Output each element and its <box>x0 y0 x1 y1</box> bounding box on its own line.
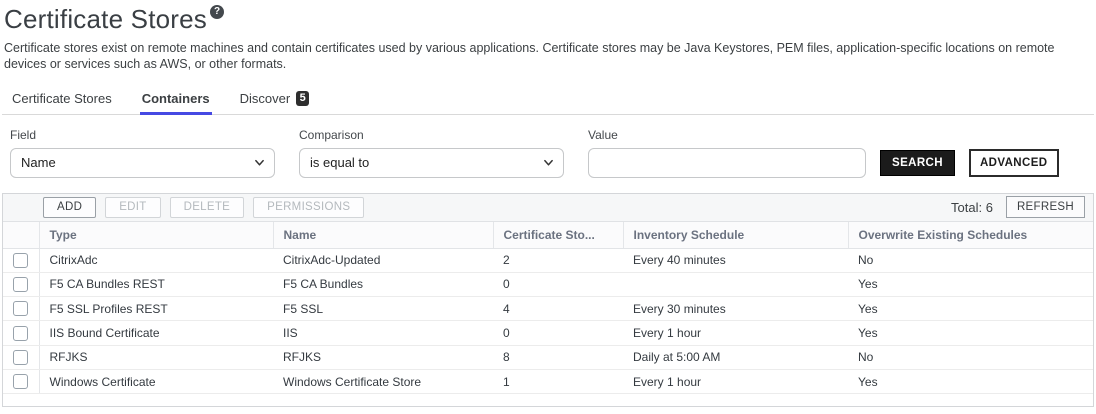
column-header-type[interactable]: Type <box>39 222 273 249</box>
cell-overwrite: No <box>848 248 1093 272</box>
tab-certificate-stores-label: Certificate Stores <box>12 91 112 106</box>
row-checkbox[interactable] <box>13 277 28 292</box>
page-description: Certificate stores exist on remote machi… <box>4 40 1074 73</box>
cell-certificate-stores: 2 <box>493 248 623 272</box>
containers-grid: ADD EDIT DELETE PERMISSIONS Total: 6 REF… <box>2 193 1094 408</box>
comparison-select[interactable]: is equal to <box>299 148 564 178</box>
grid-footer <box>3 394 1093 406</box>
column-header-inventory-schedule[interactable]: Inventory Schedule <box>623 222 848 249</box>
add-button[interactable]: ADD <box>43 197 96 218</box>
cell-type: F5 CA Bundles REST <box>39 272 273 296</box>
title-row: Certificate Stores? <box>4 4 1092 35</box>
table-row[interactable]: CitrixAdc CitrixAdc-Updated 2 Every 40 m… <box>3 248 1093 272</box>
cell-certificate-stores: 8 <box>493 345 623 369</box>
cell-certificate-stores: 0 <box>493 272 623 296</box>
chevron-down-icon <box>254 157 265 168</box>
field-label: Field <box>10 128 275 142</box>
value-column: Value SEARCH ADVANCED <box>588 127 1086 178</box>
row-checkbox[interactable] <box>13 350 28 365</box>
table-row[interactable]: IIS Bound Certificate IIS 0 Every 1 hour… <box>3 321 1093 345</box>
field-select-value: Name <box>21 155 56 170</box>
row-checkbox[interactable] <box>13 374 28 389</box>
table-row[interactable]: Windows Certificate Windows Certificate … <box>3 370 1093 394</box>
page-title: Certificate Stores <box>4 4 207 34</box>
comparison-column: Comparison is equal to <box>299 127 564 178</box>
table-row[interactable]: RFJKS RFJKS 8 Daily at 5:00 AM No <box>3 345 1093 369</box>
select-all-header <box>3 222 39 249</box>
tab-discover-label: Discover <box>240 91 291 106</box>
search-form: Field Name Comparison is equal to Value … <box>2 115 1094 178</box>
discover-count-badge: 5 <box>296 91 309 106</box>
containers-table: Type Name Certificate Sto... Inventory S… <box>3 222 1093 395</box>
search-button[interactable]: SEARCH <box>880 150 955 176</box>
cell-inventory-schedule: Every 30 minutes <box>623 297 848 321</box>
table-row[interactable]: F5 SSL Profiles REST F5 SSL 4 Every 30 m… <box>3 297 1093 321</box>
cell-overwrite: Yes <box>848 297 1093 321</box>
grid-toolbar: ADD EDIT DELETE PERMISSIONS Total: 6 REF… <box>3 194 1093 222</box>
cell-inventory-schedule: Every 40 minutes <box>623 248 848 272</box>
cell-certificate-stores: 0 <box>493 321 623 345</box>
advanced-button[interactable]: ADVANCED <box>969 149 1059 177</box>
cell-certificate-stores: 4 <box>493 297 623 321</box>
column-header-name[interactable]: Name <box>273 222 493 249</box>
cell-inventory-schedule: Every 1 hour <box>623 370 848 394</box>
cell-certificate-stores: 1 <box>493 370 623 394</box>
cell-overwrite: Yes <box>848 321 1093 345</box>
row-checkbox[interactable] <box>13 301 28 316</box>
cell-type: F5 SSL Profiles REST <box>39 297 273 321</box>
column-header-certificate-stores[interactable]: Certificate Sto... <box>493 222 623 249</box>
value-label: Value <box>588 128 1086 142</box>
cell-name: F5 CA Bundles <box>273 272 493 296</box>
field-column: Field Name <box>10 127 275 178</box>
header-row: Type Name Certificate Sto... Inventory S… <box>3 222 1093 249</box>
value-input[interactable] <box>588 148 866 178</box>
cell-name: CitrixAdc-Updated <box>273 248 493 272</box>
cell-inventory-schedule: Daily at 5:00 AM <box>623 345 848 369</box>
cell-type: CitrixAdc <box>39 248 273 272</box>
field-select[interactable]: Name <box>10 148 275 178</box>
cell-name: F5 SSL <box>273 297 493 321</box>
tab-containers-label: Containers <box>142 91 210 106</box>
cell-type: IIS Bound Certificate <box>39 321 273 345</box>
tab-certificate-stores[interactable]: Certificate Stores <box>10 86 114 115</box>
tab-containers[interactable]: Containers <box>140 86 212 115</box>
cell-overwrite: Yes <box>848 370 1093 394</box>
edit-button: EDIT <box>105 197 160 218</box>
cell-inventory-schedule <box>623 272 848 296</box>
row-checkbox[interactable] <box>13 253 28 268</box>
table-row[interactable]: F5 CA Bundles REST F5 CA Bundles 0 Yes <box>3 272 1093 296</box>
tab-discover[interactable]: Discover 5 <box>238 86 312 115</box>
refresh-button[interactable]: REFRESH <box>1006 196 1085 218</box>
cell-overwrite: Yes <box>848 272 1093 296</box>
cell-name: IIS <box>273 321 493 345</box>
permissions-button: PERMISSIONS <box>253 197 364 218</box>
cell-name: RFJKS <box>273 345 493 369</box>
value-line: SEARCH ADVANCED <box>588 148 1086 178</box>
toolbar-right: Total: 6 REFRESH <box>951 196 1085 218</box>
cell-inventory-schedule: Every 1 hour <box>623 321 848 345</box>
cell-type: Windows Certificate <box>39 370 273 394</box>
comparison-select-value: is equal to <box>310 155 369 170</box>
cell-type: RFJKS <box>39 345 273 369</box>
cell-name: Windows Certificate Store <box>273 370 493 394</box>
row-checkbox[interactable] <box>13 326 28 341</box>
comparison-label: Comparison <box>299 128 564 142</box>
tab-bar: Certificate Stores Containers Discover 5 <box>2 86 1094 115</box>
certificate-stores-page: Certificate Stores? Certificate stores e… <box>0 0 1096 407</box>
cell-overwrite: No <box>848 345 1093 369</box>
delete-button: DELETE <box>170 197 245 218</box>
total-count: Total: 6 <box>951 200 993 215</box>
help-icon[interactable]: ? <box>210 5 224 19</box>
column-header-overwrite-existing-schedules[interactable]: Overwrite Existing Schedules <box>848 222 1093 249</box>
chevron-down-icon <box>543 157 554 168</box>
